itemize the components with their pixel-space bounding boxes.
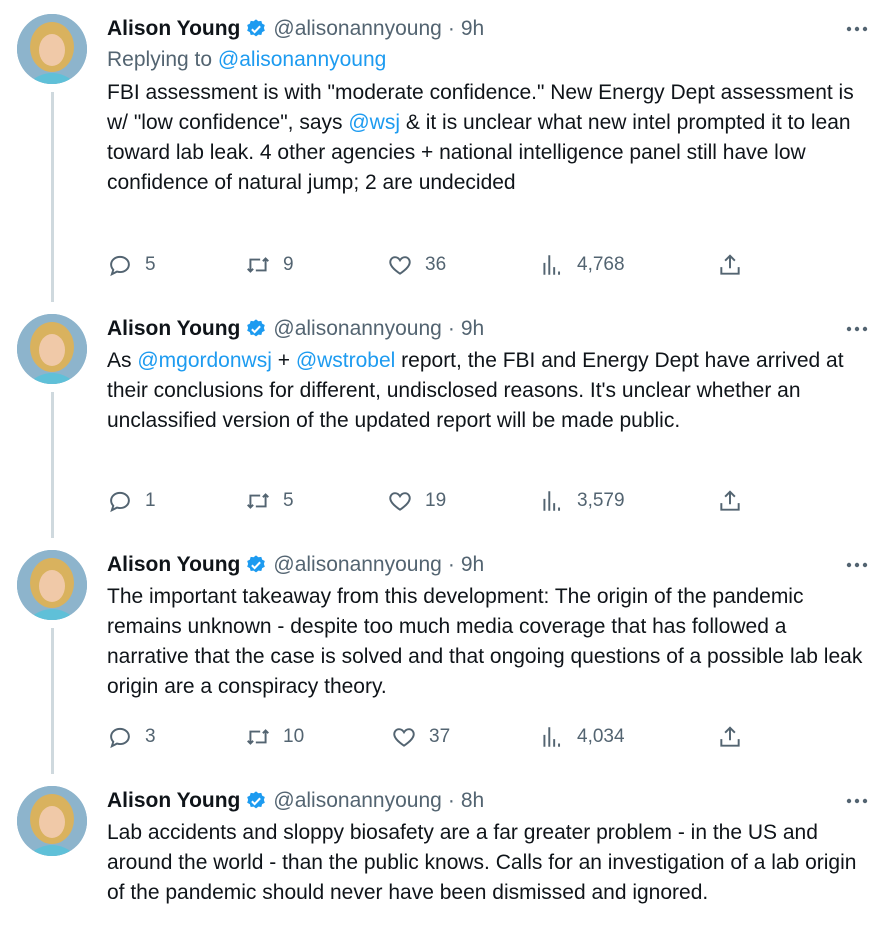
reply-icon <box>110 727 130 749</box>
tweet[interactable]: Alison Young @alisonannyoung · 9h The im… <box>0 550 894 760</box>
reply-icon <box>110 255 130 277</box>
reply-handle-link[interactable]: @alisonannyoung <box>218 48 386 71</box>
separator-dot: · <box>447 317 455 340</box>
like-count: 37 <box>429 726 451 747</box>
tweet-text: Lab accidents and sloppy biosafety are a… <box>107 821 857 904</box>
verified-badge-icon <box>247 555 266 573</box>
tweet-text: FBI assessment is with "moderate confide… <box>107 78 870 198</box>
avatar[interactable] <box>17 786 87 856</box>
views-count: 4,034 <box>577 726 625 747</box>
tweet-text: The important takeaway from this develop… <box>107 585 863 698</box>
timestamp[interactable]: 9h <box>461 17 484 41</box>
views-icon <box>543 727 561 747</box>
replying-to-label: Replying to <box>107 48 218 71</box>
separator-dot: · <box>447 553 455 576</box>
more-options-icon[interactable] <box>844 554 870 576</box>
retweet-button[interactable]: 10 <box>245 722 304 752</box>
avatar[interactable] <box>17 550 87 620</box>
verified-badge-icon <box>247 19 266 37</box>
views-icon <box>543 255 561 275</box>
retweet-icon <box>247 257 269 273</box>
more-options-icon[interactable] <box>844 790 870 812</box>
share-button[interactable] <box>717 250 743 280</box>
author-name[interactable]: Alison Young <box>107 17 240 41</box>
views-count: 4,768 <box>577 254 625 275</box>
tweet[interactable]: Alison Young @alisonannyoung · 8h Lab ac… <box>0 786 894 943</box>
author-name[interactable]: Alison Young <box>107 317 240 341</box>
share-icon <box>720 490 740 511</box>
separator-dot: · <box>447 17 455 40</box>
like-icon <box>393 728 415 747</box>
mention-link[interactable]: @wstrobel <box>296 349 396 372</box>
share-icon <box>720 726 740 747</box>
retweet-icon <box>247 729 269 745</box>
retweet-button[interactable]: 5 <box>245 486 294 516</box>
separator-dot: · <box>447 789 455 812</box>
tweet-text-part: + <box>271 349 296 372</box>
tweet-header: Alison Young @alisonannyoung · 9h <box>107 14 870 44</box>
reply-button[interactable]: 5 <box>107 250 156 280</box>
views-icon <box>543 491 561 511</box>
tweet-actions: 3 10 37 4,034 <box>107 722 747 752</box>
tweet-text-part: As <box>107 349 138 372</box>
tweet-text: As @mgordonwsj + @wstrobel report, the F… <box>107 346 870 436</box>
like-button[interactable]: 19 <box>387 486 446 516</box>
tweet-header: Alison Young @alisonannyoung · 9h <box>107 550 870 580</box>
more-options-icon[interactable] <box>844 18 870 40</box>
views-button[interactable]: 3,579 <box>539 486 625 516</box>
like-button[interactable]: 36 <box>387 250 446 280</box>
author-handle[interactable]: @alisonannyoung <box>273 553 441 577</box>
author-handle[interactable]: @alisonannyoung <box>273 317 441 341</box>
tweet[interactable]: Alison Young @alisonannyoung · 9h As @mg… <box>0 314 894 524</box>
share-button[interactable] <box>717 722 743 752</box>
views-button[interactable]: 4,034 <box>539 722 625 752</box>
share-icon <box>720 254 740 275</box>
tweet-actions: 1 5 19 3,579 <box>107 486 747 516</box>
like-button[interactable]: 37 <box>391 722 450 752</box>
avatar[interactable] <box>17 314 87 384</box>
reply-icon <box>110 491 130 513</box>
mention-link[interactable]: @wsj <box>348 111 400 134</box>
like-icon <box>389 256 411 275</box>
tweet-header: Alison Young @alisonannyoung · 9h <box>107 314 870 344</box>
reply-count: 1 <box>145 490 156 511</box>
like-count: 36 <box>425 254 447 275</box>
retweet-count: 10 <box>283 726 305 747</box>
mention-link[interactable]: @mgordonwsj <box>137 349 272 372</box>
timestamp[interactable]: 9h <box>461 317 484 341</box>
reply-count: 3 <box>145 726 156 747</box>
retweet-count: 5 <box>283 490 294 511</box>
views-button[interactable]: 4,768 <box>539 250 625 280</box>
like-icon <box>389 492 411 511</box>
author-handle[interactable]: @alisonannyoung <box>273 17 441 41</box>
reply-count: 5 <box>145 254 156 275</box>
tweet-actions: 5 9 36 4,768 <box>107 250 747 280</box>
retweet-count: 9 <box>283 254 294 275</box>
avatar[interactable] <box>17 14 87 84</box>
author-name[interactable]: Alison Young <box>107 789 240 813</box>
tweet-header: Alison Young @alisonannyoung · 8h <box>107 786 870 816</box>
verified-badge-icon <box>247 791 266 809</box>
reply-button[interactable]: 1 <box>107 486 156 516</box>
verified-badge-icon <box>247 319 266 337</box>
more-options-icon[interactable] <box>844 318 870 340</box>
like-count: 19 <box>425 490 447 511</box>
share-button[interactable] <box>717 486 743 516</box>
replying-to: Replying to @alisonannyoung <box>107 44 870 76</box>
views-count: 3,579 <box>577 490 625 511</box>
reply-button[interactable]: 3 <box>107 722 156 752</box>
tweet[interactable]: Alison Young @alisonannyoung · 9h Replyi… <box>0 14 894 294</box>
timestamp[interactable]: 8h <box>461 789 484 813</box>
retweet-icon <box>247 493 269 509</box>
author-name[interactable]: Alison Young <box>107 553 240 577</box>
author-handle[interactable]: @alisonannyoung <box>273 789 441 813</box>
timestamp[interactable]: 9h <box>461 553 484 577</box>
retweet-button[interactable]: 9 <box>245 250 294 280</box>
